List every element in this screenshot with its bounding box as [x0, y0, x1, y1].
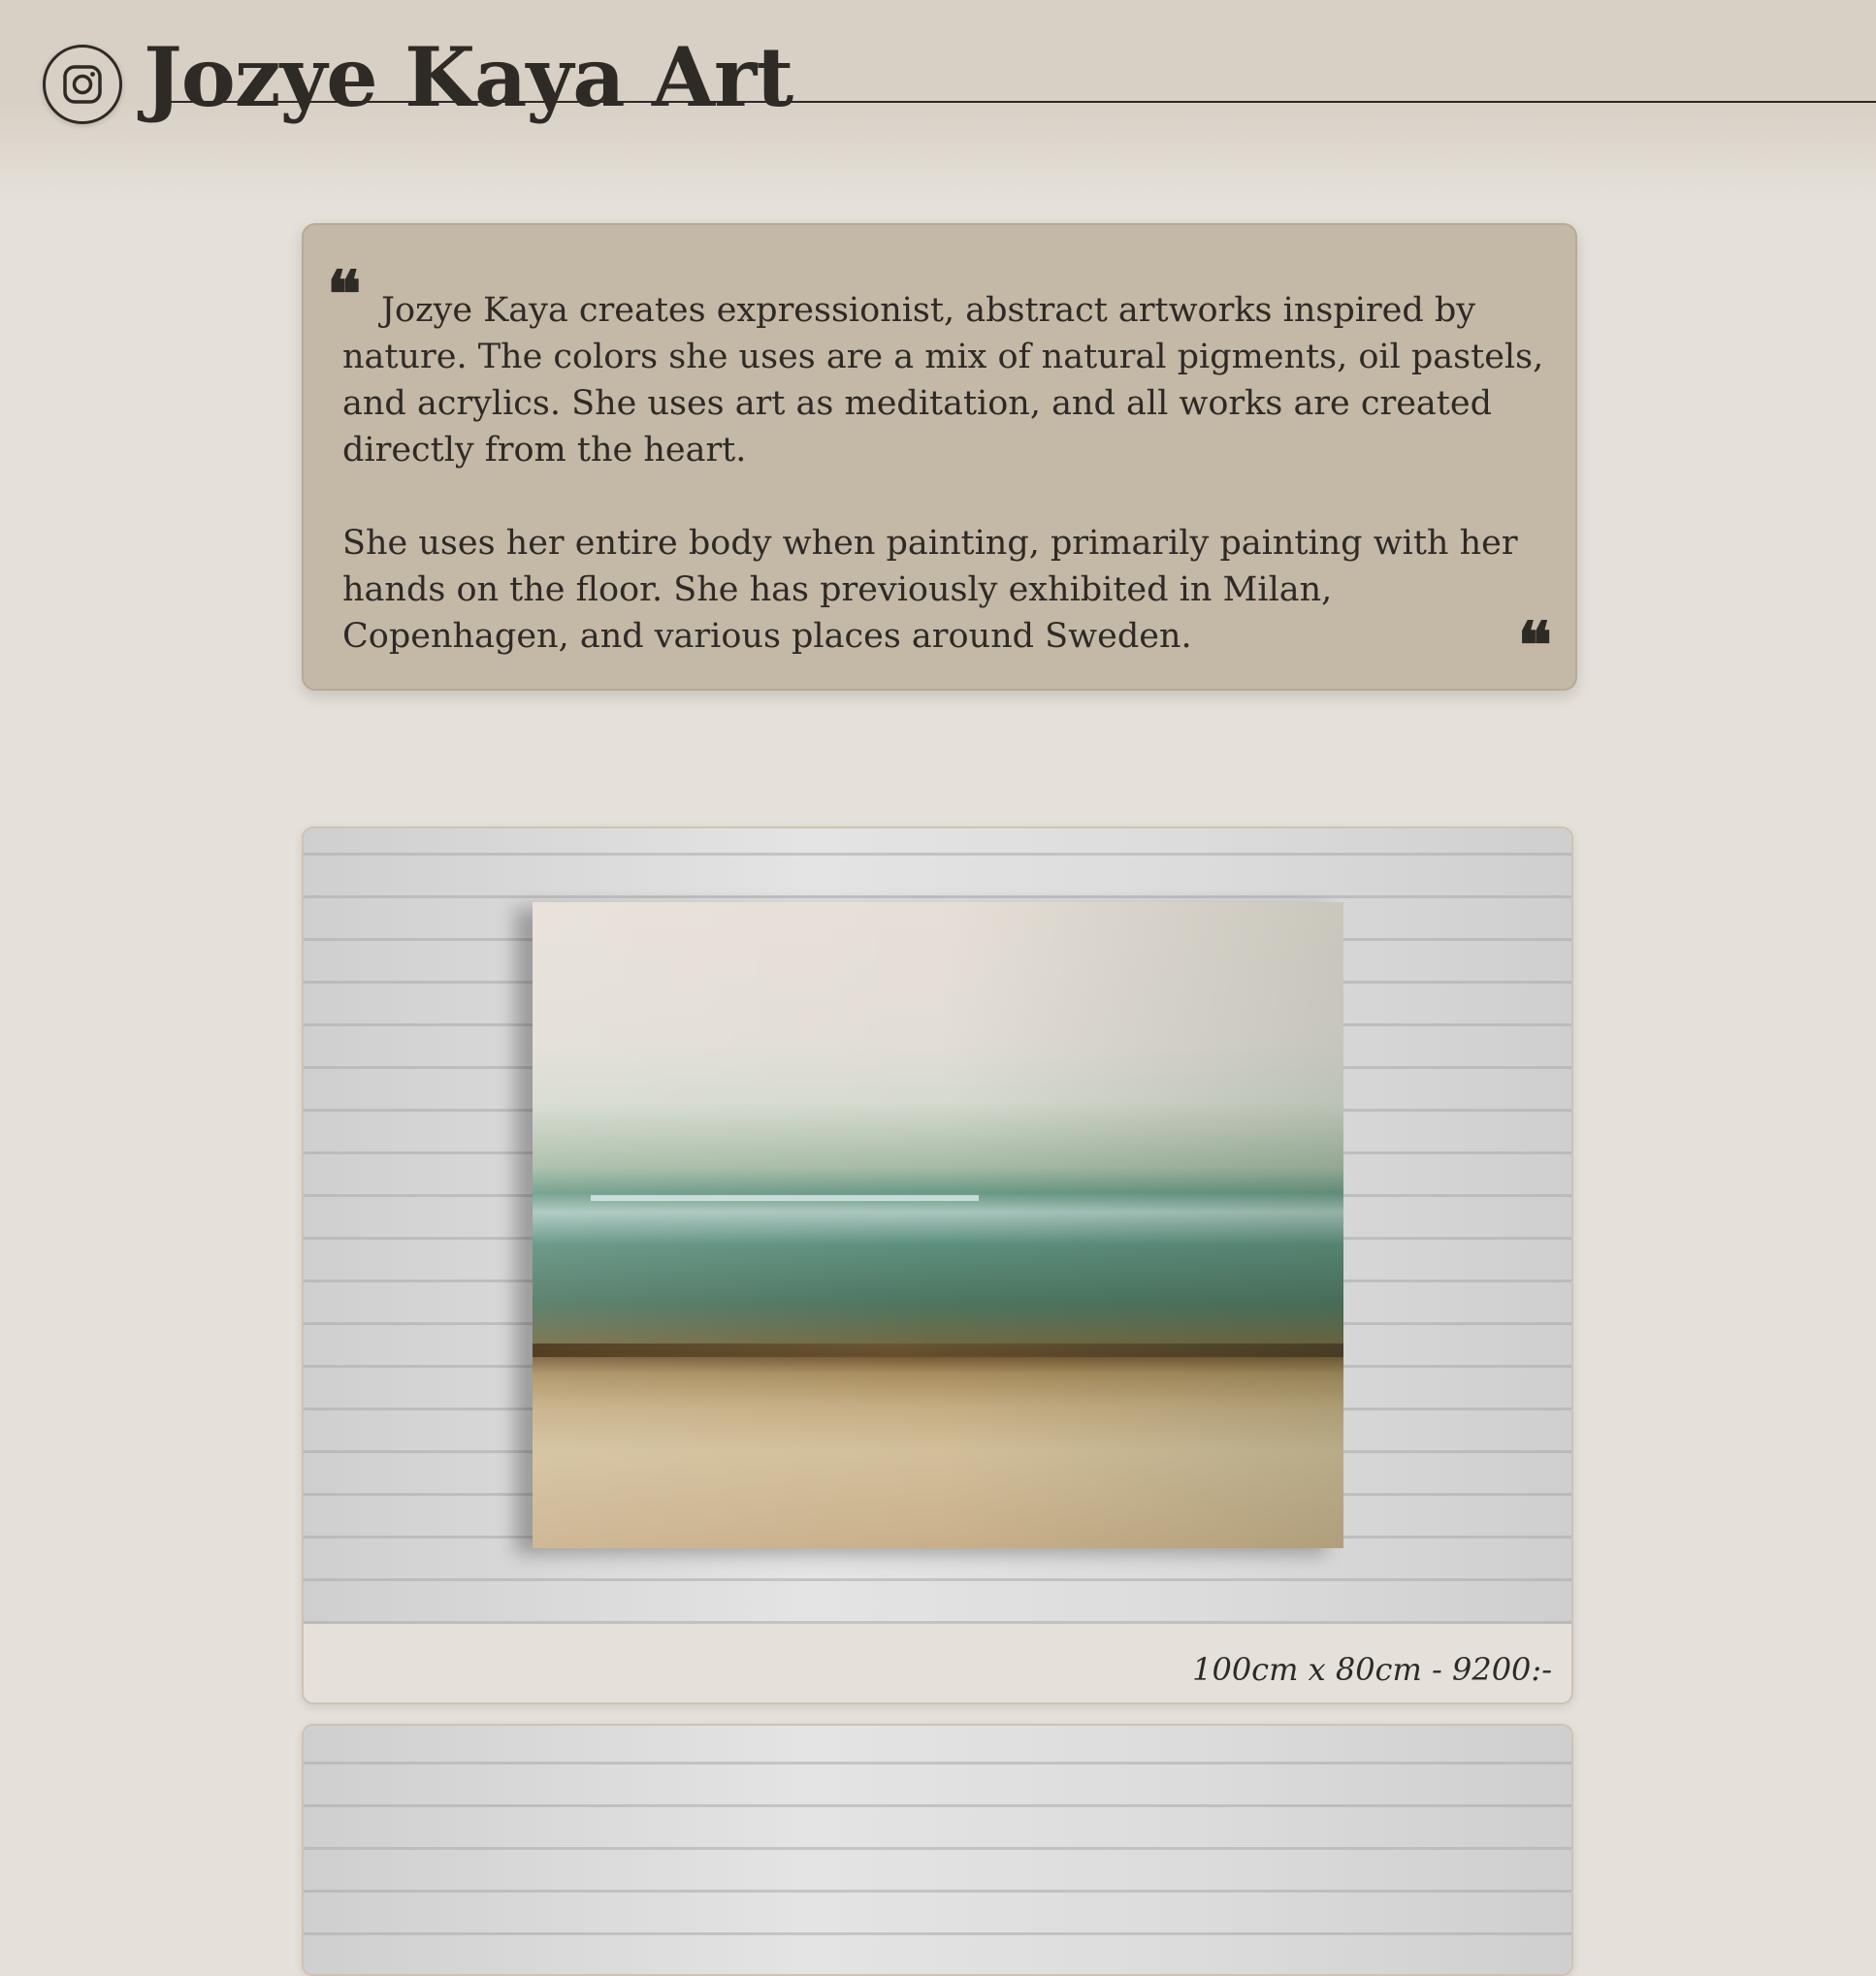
site-title: Jozye Kaya Art — [144, 29, 793, 125]
artwork-caption: 100cm x 80cm - 9200:- — [1192, 1651, 1552, 1688]
about-paragraph-1: Jozye Kaya creates expressionist, abstra… — [342, 291, 1544, 470]
about-text: Jozye Kaya creates expressionist, abstra… — [342, 287, 1545, 660]
header-divider — [167, 101, 1876, 103]
about-paragraph-2: She uses her entire body when painting, … — [342, 524, 1518, 656]
artwork-photo — [304, 1726, 1571, 1974]
painting-image — [533, 902, 1343, 1548]
site-header: Jozye Kaya Art — [0, 0, 1876, 204]
artwork-photo — [304, 828, 1571, 1624]
artwork-card[interactable]: 100cm x 80cm - 9200:- — [302, 826, 1573, 1704]
about-quote-card: ❝ Jozye Kaya creates expressionist, abst… — [302, 223, 1577, 691]
instagram-icon — [63, 65, 102, 104]
instagram-link[interactable] — [43, 45, 122, 124]
painting-highlight — [591, 1195, 979, 1201]
painting-earth-band — [533, 1344, 1343, 1357]
close-quote-icon: ❝ — [1517, 607, 1552, 683]
artwork-card[interactable] — [302, 1724, 1573, 1976]
painting-texture — [533, 902, 1343, 1548]
